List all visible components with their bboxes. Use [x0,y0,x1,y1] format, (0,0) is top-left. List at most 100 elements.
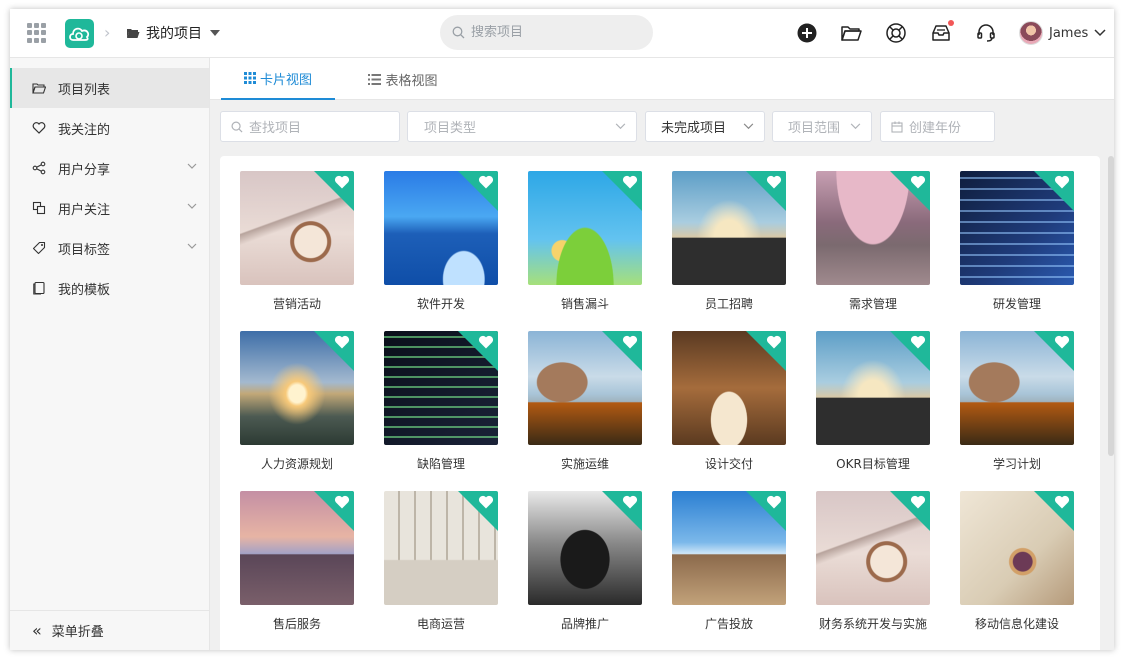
project-thumbnail [672,491,786,605]
project-thumbnail [960,491,1074,605]
top-search-input[interactable] [471,25,641,40]
copy-icon [32,201,46,215]
project-card[interactable]: 缺陷管理 [384,331,498,472]
chevron-down-icon [850,123,861,130]
tab-card-view[interactable]: 卡片视图 [221,58,335,100]
chevron-down-icon [187,203,197,209]
project-thumbnail [384,331,498,445]
project-card[interactable]: 售后服务 [240,491,354,632]
project-thumbnail [672,331,786,445]
calendar-icon [891,121,903,133]
project-card[interactable]: 销售漏斗 [528,171,642,312]
heart-icon[interactable] [1054,495,1070,509]
heart-icon[interactable] [622,175,638,189]
heart-icon[interactable] [1054,335,1070,349]
project-card[interactable]: 学习计划 [960,331,1074,472]
heart-icon[interactable] [334,495,350,509]
project-card[interactable]: 软件开发 [384,171,498,312]
project-card[interactable]: 研发管理 [960,171,1074,312]
sidebar-item-project-list[interactable]: 项目列表 [10,68,209,108]
project-card[interactable]: 财务系统开发与实施 [816,491,930,632]
help-lifebuoy-icon[interactable] [885,22,907,44]
heart-outline-icon [32,121,46,135]
sidebar-item-label: 用户关注 [58,202,111,218]
heart-icon[interactable] [766,175,782,189]
project-card[interactable]: 需求管理 [816,171,930,312]
project-card[interactable]: 移动信息化建设 [960,491,1074,632]
heart-icon[interactable] [334,335,350,349]
project-card[interactable]: 营销活动 [240,171,354,312]
sidebar-item-user-follow[interactable]: 用户关注 [10,188,209,228]
folder-open-icon [32,81,46,95]
sidebar-item-user-share[interactable]: 用户分享 [10,148,209,188]
tab-label: 表格视图 [385,73,438,89]
inbox-notification-icon[interactable] [930,20,954,44]
heart-icon[interactable] [1054,175,1070,189]
project-card[interactable]: 人力资源规划 [240,331,354,472]
project-card[interactable]: 员工招聘 [672,171,786,312]
heart-icon[interactable] [622,495,638,509]
created-year-picker[interactable]: 创建年份 [880,111,995,142]
sidebar-collapse-button[interactable]: « 菜单折叠 [10,610,209,650]
heart-icon[interactable] [910,175,926,189]
project-title: 移动信息化建设 [974,617,1059,631]
project-type-select[interactable]: 项目类型 [407,111,637,142]
breadcrumb-separator-icon: › [104,23,111,42]
project-card[interactable]: 广告投放 [672,491,786,632]
avatar [1019,21,1043,45]
heart-icon[interactable] [478,335,494,349]
project-search-field[interactable]: 查找项目 [220,111,400,142]
heart-icon[interactable] [478,175,494,189]
project-card[interactable]: OKR目标管理 [816,331,930,472]
double-chevron-left-icon: « [32,621,42,640]
project-scope-select[interactable]: 项目范围 [772,111,872,142]
project-menu-dropdown[interactable]: 我的项目 [126,21,220,45]
user-menu[interactable]: James [1019,20,1106,46]
heart-icon[interactable] [622,335,638,349]
project-status-value: 未完成项目 [661,121,727,136]
caret-down-icon [210,30,220,36]
top-bar: › 我的项目 搜索项目 James [10,9,1114,58]
sidebar-item-my-templates[interactable]: 我的模板 [10,268,209,308]
chevron-down-icon [1094,29,1106,37]
heart-icon[interactable] [766,335,782,349]
project-thumbnail [960,331,1074,445]
project-thumbnail [240,171,354,285]
project-thumbnail [528,171,642,285]
project-card[interactable]: 设计交付 [672,331,786,472]
main-content: 卡片视图 表格视图 查找项目 项目类型 未完成项目 项目范围 创建年份 营销活动… [210,58,1114,650]
heart-icon[interactable] [910,335,926,349]
folder-open-icon [127,29,140,38]
heart-icon[interactable] [766,495,782,509]
folder-icon[interactable] [840,22,862,44]
project-card[interactable]: 品牌推广 [528,491,642,632]
headset-support-icon[interactable] [975,22,997,44]
chevron-down-icon [743,123,754,130]
template-icon [32,281,46,295]
heart-icon[interactable] [334,175,350,189]
project-title: 研发管理 [992,297,1041,311]
project-card[interactable]: 实施运维 [528,331,642,472]
view-tabs: 卡片视图 表格视图 [210,58,1114,100]
sidebar-item-following[interactable]: 我关注的 [10,108,209,148]
chevron-down-icon [187,163,197,169]
cloud-logo-icon[interactable] [65,19,94,48]
sidebar-item-label: 项目标签 [58,242,111,258]
project-thumbnail [816,491,930,605]
project-thumbnail [816,331,930,445]
project-title: 需求管理 [848,297,897,311]
heart-icon[interactable] [910,495,926,509]
tag-icon [32,241,46,255]
chevron-down-icon [187,243,197,249]
sidebar-item-project-tags[interactable]: 项目标签 [10,228,209,268]
add-circle-icon[interactable] [796,22,818,44]
tab-table-view[interactable]: 表格视图 [353,58,453,100]
project-status-select[interactable]: 未完成项目 [645,111,765,142]
apps-grid-icon[interactable] [27,23,47,43]
project-card[interactable]: 电商运营 [384,491,498,632]
top-search-box[interactable] [440,15,653,50]
project-thumbnail [816,171,930,285]
heart-icon[interactable] [478,495,494,509]
scrollbar[interactable] [1108,156,1114,456]
project-scope-placeholder: 项目范围 [788,121,841,136]
